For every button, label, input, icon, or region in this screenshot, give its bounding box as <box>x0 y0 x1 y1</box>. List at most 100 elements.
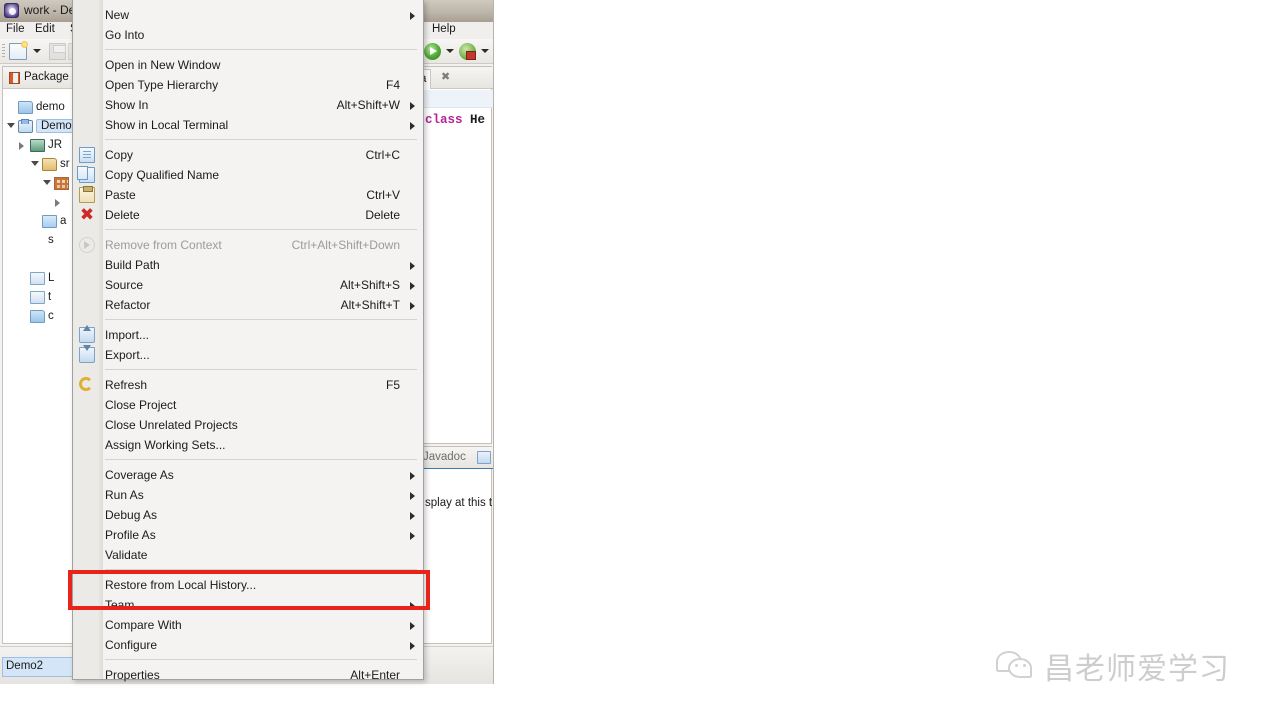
tree-item-label: t <box>48 291 52 303</box>
export-icon <box>79 345 95 363</box>
menu-item-properties[interactable]: Properties Alt+Enter <box>73 665 425 685</box>
menu-item-refresh[interactable]: Refresh F5 <box>73 375 425 395</box>
chevron-right-icon[interactable] <box>19 142 24 150</box>
editor-code-line[interactable]: class He <box>425 113 485 127</box>
menu-item-accelerator: Ctrl+V <box>366 188 400 202</box>
menu-item-configure[interactable]: Configure <box>73 635 425 655</box>
menu-item-go-into[interactable]: Go Into <box>73 25 425 45</box>
menu-item-label: Debug As <box>105 508 158 522</box>
submenu-arrow-icon <box>410 12 415 20</box>
menu-item-label: Source <box>105 278 144 292</box>
menu-item-refactor[interactable]: Refactor Alt+Shift+T <box>73 295 425 315</box>
tree-item-label: demo <box>36 101 65 113</box>
menu-item-delete[interactable]: ✖ Delete Delete <box>73 205 425 225</box>
chevron-down-icon[interactable] <box>33 49 41 53</box>
folder-icon <box>18 101 33 114</box>
submenu-arrow-icon <box>410 282 415 290</box>
menu-item-label: Run As <box>105 488 144 502</box>
menu-item-show-in[interactable]: Show In Alt+Shift+W <box>73 95 425 115</box>
menu-item-debug-as[interactable]: Debug As <box>73 505 425 525</box>
menu-item-compare-with[interactable]: Compare With <box>73 615 425 635</box>
menu-item-label: Profile As <box>105 528 156 542</box>
menu-item-label: Remove from Context <box>105 238 222 252</box>
menu-item-accelerator: Alt+Shift+T <box>340 298 400 312</box>
menubar-item-file[interactable]: File <box>6 23 25 35</box>
submenu-arrow-icon <box>410 642 415 650</box>
menu-item-copy[interactable]: Copy Ctrl+C <box>73 145 425 165</box>
menubar-item-help[interactable]: Help <box>432 23 456 35</box>
menu-item-label: Export... <box>105 348 150 362</box>
menu-item-accelerator: Alt+Shift+S <box>339 278 400 292</box>
toolbar-grip[interactable] <box>2 44 5 59</box>
menu-item-source[interactable]: Source Alt+Shift+S <box>73 275 425 295</box>
doc-icon <box>30 272 45 285</box>
save-icon[interactable] <box>49 43 66 60</box>
eclipse-icon <box>4 3 19 18</box>
doc-icon <box>30 291 45 304</box>
menu-item-label: Refactor <box>105 298 151 312</box>
menu-separator <box>105 459 417 460</box>
menu-item-accelerator: F5 <box>385 378 400 392</box>
javadoc-tab-label[interactable]: Javadoc <box>423 451 466 463</box>
wechat-icon <box>996 651 1034 681</box>
menu-item-open-in-new-window[interactable]: Open in New Window <box>73 55 425 75</box>
menu-item-accelerator: Alt+Enter <box>350 668 400 682</box>
tree-item-label: L <box>48 272 55 284</box>
menu-item-label: Delete <box>105 208 140 222</box>
menu-item-paste[interactable]: Paste Ctrl+V <box>73 185 425 205</box>
menu-item-show-in-local-terminal[interactable]: Show in Local Terminal <box>73 115 425 135</box>
menu-item-label: Copy Qualified Name <box>105 168 220 182</box>
menu-item-validate[interactable]: Validate <box>73 545 425 565</box>
new-wizard-icon[interactable] <box>9 41 28 60</box>
menu-item-close-project[interactable]: Close Project <box>73 395 425 415</box>
menu-item-build-path[interactable]: Build Path <box>73 255 425 275</box>
menu-item-coverage-as[interactable]: Coverage As <box>73 465 425 485</box>
menu-item-close-unrelated-projects[interactable]: Close Unrelated Projects <box>73 415 425 435</box>
menu-item-new[interactable]: New <box>73 5 425 25</box>
folder-icon <box>30 310 45 323</box>
copy-qualified-name-icon <box>77 166 95 183</box>
package-explorer-tab-label: Package <box>24 71 69 83</box>
menu-item-import[interactable]: Import... <box>73 325 425 345</box>
menu-separator <box>105 659 417 660</box>
package-explorer-icon <box>9 72 20 84</box>
refresh-icon <box>79 377 93 391</box>
menu-item-label: Refresh <box>105 378 148 392</box>
highlight-annotation-box <box>68 570 430 610</box>
submenu-arrow-icon <box>410 492 415 500</box>
menu-item-accelerator: F4 <box>385 78 400 92</box>
tree-item-label: c <box>48 310 54 322</box>
chevron-down-icon[interactable] <box>7 123 15 128</box>
chevron-down-icon[interactable] <box>43 180 51 185</box>
watermark-text: 昌老师爱学习 <box>1044 652 1230 687</box>
run-chevron-down-icon[interactable] <box>446 49 454 53</box>
submenu-arrow-icon <box>410 622 415 630</box>
chevron-right-icon[interactable] <box>55 199 60 207</box>
menubar-item-edit[interactable]: Edit <box>35 23 55 35</box>
menu-item-label: Open Type Hierarchy <box>105 78 219 92</box>
menu-item-assign-working-sets[interactable]: Assign Working Sets... <box>73 435 425 455</box>
menu-item-label: New <box>105 8 130 22</box>
jre-library-icon <box>30 139 45 152</box>
menu-item-remove-from-context: Remove from Context Ctrl+Alt+Shift+Down <box>73 235 425 255</box>
menu-separator <box>105 319 417 320</box>
menu-item-profile-as[interactable]: Profile As <box>73 525 425 545</box>
debug-icon[interactable] <box>459 43 476 60</box>
menu-item-label: Open in New Window <box>105 58 221 72</box>
source-folder-icon <box>42 158 57 171</box>
close-icon[interactable]: ✖ <box>441 72 450 83</box>
menu-separator <box>105 229 417 230</box>
menu-item-open-type-hierarchy[interactable]: Open Type Hierarchy F4 <box>73 75 425 95</box>
menu-item-export[interactable]: Export... <box>73 345 425 365</box>
menu-item-run-as[interactable]: Run As <box>73 485 425 505</box>
menu-item-label: Show In <box>105 98 149 112</box>
submenu-arrow-icon <box>410 532 415 540</box>
chevron-down-icon[interactable] <box>31 161 39 166</box>
javadoc-icon[interactable] <box>477 451 491 464</box>
run-icon[interactable] <box>424 43 441 60</box>
menu-item-accelerator: Alt+Shift+W <box>336 98 400 112</box>
menu-item-copy-qualified-name[interactable]: Copy Qualified Name <box>73 165 425 185</box>
menu-separator <box>105 49 417 50</box>
debug-chevron-down-icon[interactable] <box>481 49 489 53</box>
menu-item-accelerator: Delete <box>365 208 400 222</box>
